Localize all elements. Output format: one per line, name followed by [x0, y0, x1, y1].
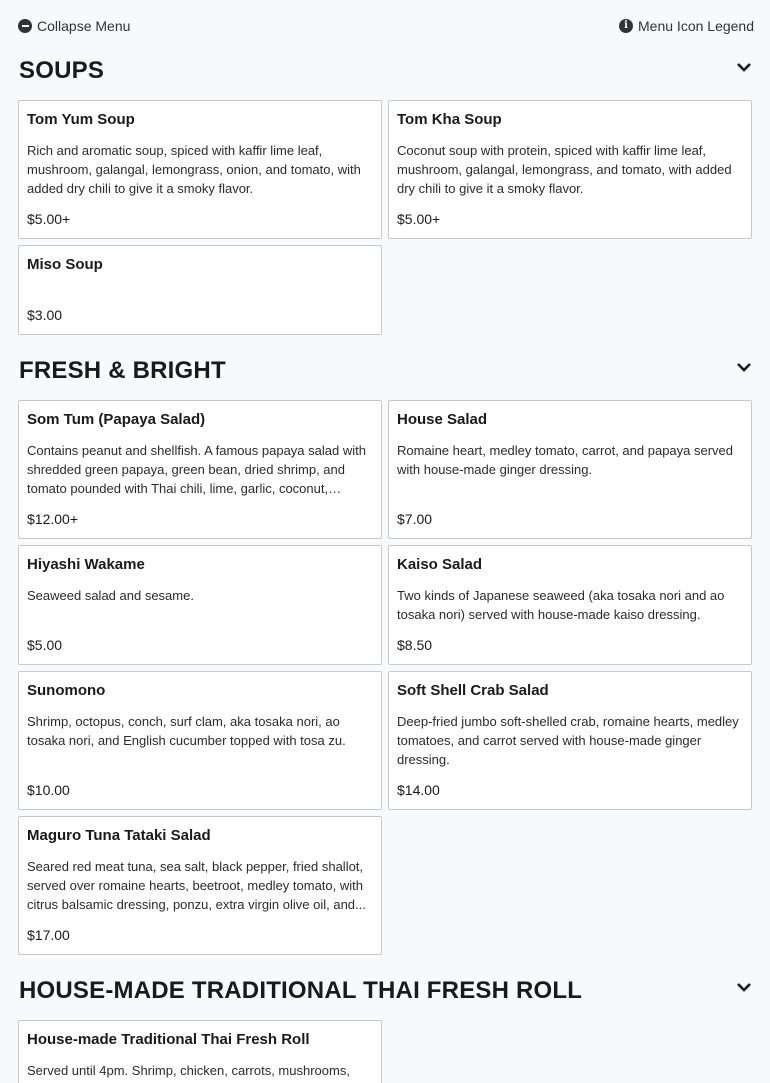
- menu-item-price: $5.00+: [27, 211, 71, 227]
- menu-item-name: Sunomono: [27, 682, 106, 699]
- chevron-down-icon: [737, 363, 751, 372]
- menu-item-description: Served until 4pm. Shrimp, chicken, carro…: [27, 1063, 350, 1078]
- menu-item-card[interactable]: Tom Yum Soup Rich and aromatic soup, spi…: [18, 100, 382, 239]
- menu-item-description: Contains peanut and shellfish. A famous …: [27, 443, 366, 496]
- collapse-menu-label: Collapse Menu: [37, 18, 131, 34]
- chevron-down-icon: [737, 63, 751, 72]
- menu-item-description: Two kinds of Japanese seaweed (aka tosak…: [397, 588, 725, 622]
- menu-item-description: Shrimp, octopus, conch, surf clam, aka t…: [27, 714, 346, 748]
- info-circle-icon: i: [619, 19, 634, 33]
- chevron-down-icon: [737, 983, 751, 992]
- section-toggle-thai-fresh-roll[interactable]: [736, 981, 752, 993]
- menu-item-description: Coconut soup with protein, spiced with k…: [397, 143, 732, 196]
- menu-item-name: Tom Yum Soup: [27, 111, 135, 128]
- menu-item-price: $7.00: [397, 511, 433, 527]
- menu-icon-legend-button[interactable]: i Menu Icon Legend: [619, 17, 754, 35]
- menu-item-name: House-made Traditional Thai Fresh Roll: [27, 1031, 310, 1048]
- menu-item-card[interactable]: House-made Traditional Thai Fresh Roll S…: [18, 1020, 382, 1083]
- section-toggle-fresh-bright[interactable]: [736, 361, 752, 373]
- menu-item-price: $8.50: [397, 637, 433, 653]
- menu-toolbar: Collapse Menu i Menu Icon Legend: [0, 0, 770, 52]
- menu-item-card[interactable]: Soft Shell Crab Salad Deep-fried jumbo s…: [388, 671, 752, 810]
- minus-circle-icon: [18, 19, 32, 33]
- section-title-thai-fresh-roll: HOUSE-MADE TRADITIONAL THAI FRESH ROLL: [19, 977, 583, 1004]
- menu-item-description: Seared red meat tuna, sea salt, black pe…: [27, 859, 366, 912]
- menu-item-card[interactable]: Kaiso Salad Two kinds of Japanese seawee…: [388, 545, 752, 665]
- menu-icon-legend-label: Menu Icon Legend: [638, 18, 754, 34]
- menu-item-description: Rich and aromatic soup, spiced with kaff…: [27, 143, 361, 196]
- menu-item-description: Romaine heart, medley tomato, carrot, an…: [397, 443, 734, 477]
- section-title-soups: SOUPS: [19, 57, 105, 84]
- menu-item-name: Miso Soup: [27, 256, 103, 273]
- menu-item-price: $10.00: [27, 782, 70, 798]
- collapse-menu-button[interactable]: Collapse Menu: [18, 17, 130, 35]
- menu-item-price: $5.00+: [397, 211, 441, 227]
- menu-item-name: Tom Kha Soup: [397, 111, 502, 128]
- menu-item-name: Soft Shell Crab Salad: [397, 682, 549, 699]
- menu-item-name: Hiyashi Wakame: [27, 556, 145, 573]
- menu-item-card[interactable]: House Salad Romaine heart, medley tomato…: [388, 400, 752, 539]
- menu-item-name: House Salad: [397, 411, 488, 428]
- menu-item-card[interactable]: Hiyashi Wakame Seaweed salad and sesame.…: [18, 545, 382, 665]
- menu-item-card[interactable]: Maguro Tuna Tataki Salad Seared red meat…: [18, 816, 382, 955]
- menu-item-card[interactable]: Sunomono Shrimp, octopus, conch, surf cl…: [18, 671, 382, 810]
- section-title-fresh-bright: FRESH & BRIGHT: [19, 357, 226, 384]
- menu-item-card[interactable]: Tom Kha Soup Coconut soup with protein, …: [388, 100, 752, 239]
- menu-item-description: Seaweed salad and sesame.: [27, 588, 194, 603]
- menu-item-price: $12.00+: [27, 511, 78, 527]
- menu-item-name: Maguro Tuna Tataki Salad: [27, 827, 211, 844]
- menu-item-name: Som Tum (Papaya Salad): [27, 411, 206, 428]
- menu-item-name: Kaiso Salad: [397, 556, 483, 573]
- menu-item-price: $17.00: [27, 927, 70, 943]
- menu-item-description: Deep-fried jumbo soft-shelled crab, roma…: [397, 714, 739, 767]
- section-toggle-soups[interactable]: [736, 61, 752, 73]
- menu-item-price: $3.00: [27, 307, 63, 323]
- menu-item-price: $14.00: [397, 782, 440, 798]
- menu-item-price: $5.00: [27, 637, 63, 653]
- menu-item-card[interactable]: Miso Soup $3.00: [18, 245, 382, 335]
- menu-item-card[interactable]: Som Tum (Papaya Salad) Contains peanut a…: [18, 400, 382, 539]
